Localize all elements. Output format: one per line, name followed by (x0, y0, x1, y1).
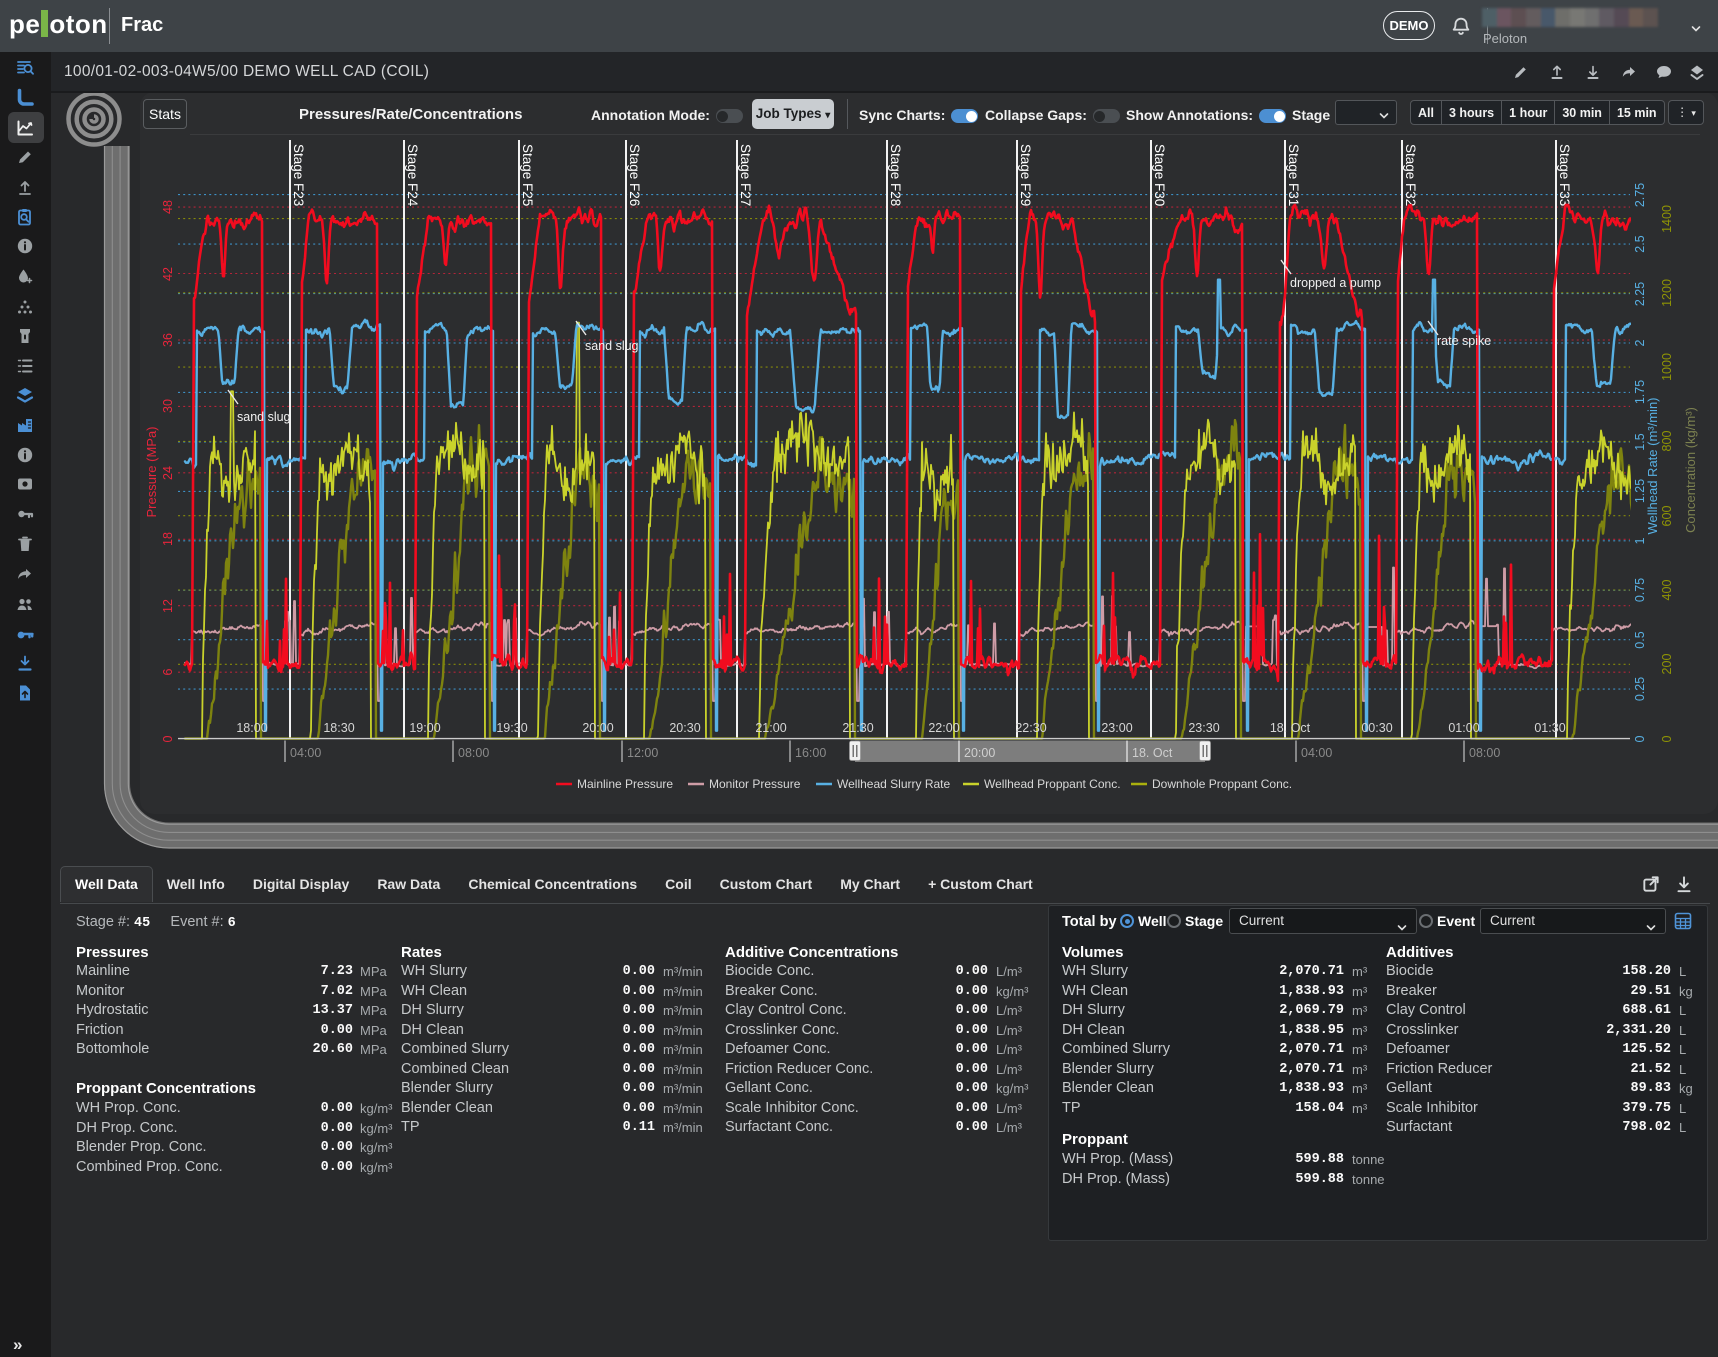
svg-text:00:30: 00:30 (1361, 721, 1392, 735)
svg-text:1200: 1200 (1660, 279, 1674, 307)
svg-text:600: 600 (1660, 506, 1674, 527)
svg-text:sand slug: sand slug (237, 410, 291, 424)
svg-text:Stage F28: Stage F28 (888, 144, 903, 206)
svg-text:6: 6 (161, 668, 175, 675)
svg-text:Stage F26: Stage F26 (627, 144, 642, 206)
svg-text:2.5: 2.5 (1633, 235, 1647, 252)
svg-text:Monitor Pressure: Monitor Pressure (709, 777, 801, 791)
svg-text:48: 48 (161, 200, 175, 214)
svg-text:1400: 1400 (1660, 205, 1674, 233)
svg-text:Stage F31: Stage F31 (1286, 144, 1301, 206)
svg-text:Stage F32: Stage F32 (1403, 144, 1418, 206)
svg-text:20:30: 20:30 (669, 721, 700, 735)
svg-text:22:30: 22:30 (1015, 721, 1046, 735)
svg-text:200: 200 (1660, 654, 1674, 675)
svg-text:18: 18 (161, 532, 175, 546)
svg-text:20:00: 20:00 (964, 746, 995, 760)
svg-text:12:00: 12:00 (627, 746, 658, 760)
svg-text:0: 0 (161, 735, 175, 742)
svg-text:0.5: 0.5 (1633, 631, 1647, 648)
svg-text:04:00: 04:00 (1301, 746, 1332, 760)
svg-text:Wellhead Slurry Rate: Wellhead Slurry Rate (837, 777, 950, 791)
svg-text:Stage F24: Stage F24 (405, 144, 420, 207)
svg-text:21:30: 21:30 (842, 721, 873, 735)
svg-text:42: 42 (161, 267, 175, 281)
svg-text:2: 2 (1633, 339, 1647, 346)
svg-text:400: 400 (1660, 580, 1674, 601)
svg-text:08:00: 08:00 (1469, 746, 1500, 760)
svg-text:2.75: 2.75 (1633, 183, 1647, 207)
svg-text:23:30: 23:30 (1188, 721, 1219, 735)
svg-text:18. Oct: 18. Oct (1270, 721, 1311, 735)
svg-text:Mainline Pressure: Mainline Pressure (577, 777, 673, 791)
svg-text:Wellhead Proppant Conc.: Wellhead Proppant Conc. (984, 777, 1121, 791)
svg-text:Downhole Proppant Conc.: Downhole Proppant Conc. (1152, 777, 1292, 791)
svg-text:Stage F25: Stage F25 (520, 144, 535, 206)
svg-text:23:00: 23:00 (1101, 721, 1132, 735)
svg-text:01:00: 01:00 (1448, 721, 1479, 735)
svg-text:Stage F23: Stage F23 (291, 144, 306, 206)
svg-text:Pressure (MPa): Pressure (MPa) (144, 426, 159, 517)
svg-text:36: 36 (161, 333, 175, 347)
svg-text:Stage F33: Stage F33 (1557, 144, 1572, 206)
svg-text:01:30: 01:30 (1534, 721, 1565, 735)
svg-text:Concentration (kg/m³): Concentration (kg/m³) (1683, 407, 1698, 533)
svg-text:dropped a pump: dropped a pump (1290, 276, 1381, 290)
svg-text:Stage F30: Stage F30 (1152, 144, 1167, 206)
svg-text:1000: 1000 (1660, 353, 1674, 381)
svg-text:16:00: 16:00 (795, 746, 826, 760)
svg-text:12: 12 (161, 599, 175, 613)
svg-text:22:00: 22:00 (928, 721, 959, 735)
svg-text:18:00: 18:00 (236, 721, 267, 735)
svg-text:0.25: 0.25 (1633, 677, 1647, 701)
svg-text:04:00: 04:00 (290, 746, 321, 760)
svg-text:800: 800 (1660, 431, 1674, 452)
svg-text:21:00: 21:00 (755, 721, 786, 735)
svg-text:rate spike: rate spike (1437, 334, 1491, 348)
svg-text:Wellhead Rate (m³/min): Wellhead Rate (m³/min) (1645, 397, 1660, 534)
svg-text:0: 0 (1660, 735, 1674, 742)
svg-text:18:30: 18:30 (323, 721, 354, 735)
svg-text:24: 24 (161, 466, 175, 480)
svg-text:0: 0 (1633, 735, 1647, 742)
svg-text:Stage F29: Stage F29 (1018, 144, 1033, 206)
svg-text:Stage F27: Stage F27 (738, 144, 753, 206)
svg-text:sand slug: sand slug (585, 339, 639, 353)
svg-text:08:00: 08:00 (458, 746, 489, 760)
svg-text:19:30: 19:30 (496, 721, 527, 735)
svg-text:1: 1 (1633, 537, 1647, 544)
svg-text:20:00: 20:00 (582, 721, 613, 735)
svg-text:0.75: 0.75 (1633, 578, 1647, 602)
svg-text:19:00: 19:00 (409, 721, 440, 735)
svg-text:18. Oct: 18. Oct (1132, 746, 1173, 760)
svg-text:2.25: 2.25 (1633, 282, 1647, 306)
svg-text:30: 30 (161, 399, 175, 413)
